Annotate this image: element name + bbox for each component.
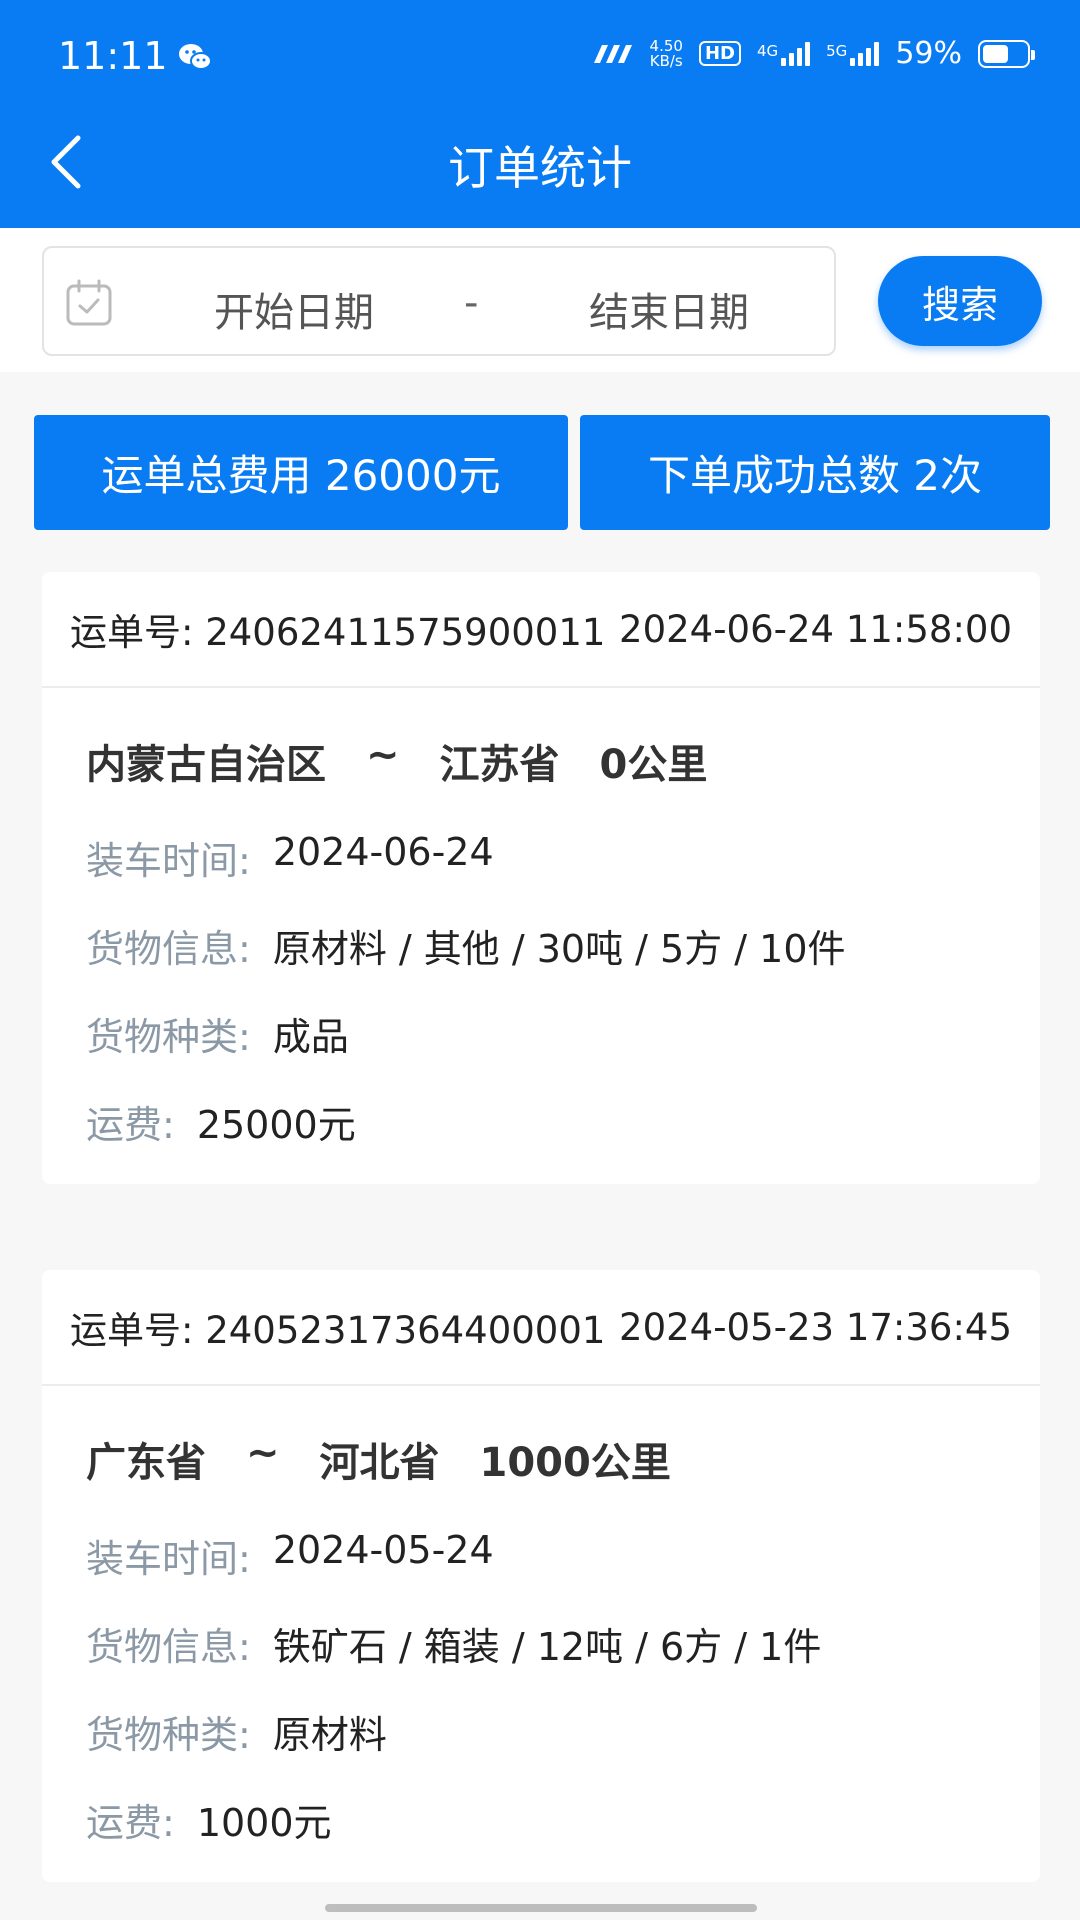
total-count-stat: 下单成功总数 2次 bbox=[580, 415, 1050, 530]
order-card[interactable]: 运单号: 24052317364400001 2024-05-23 17:36:… bbox=[42, 1270, 1040, 1882]
goods-info-value: 原材料 / 其他 / 30吨 / 5方 / 10件 bbox=[272, 927, 846, 971]
route-from: 内蒙古自治区 bbox=[86, 742, 326, 788]
battery-percent: 59% bbox=[895, 36, 962, 71]
goods-type-label: 货物种类: bbox=[86, 1015, 251, 1059]
hd-icon: HD bbox=[698, 41, 741, 66]
status-time: 11:11 bbox=[58, 34, 168, 78]
goods-type-row: 货物种类: 原材料 bbox=[86, 1704, 387, 1759]
signal-4g-icon: 4G bbox=[757, 41, 811, 66]
goods-type-label: 货物种类: bbox=[86, 1713, 251, 1757]
fee-value: 1000元 bbox=[196, 1801, 332, 1845]
waybill-number: 运单号: 24052317364400001 bbox=[70, 1309, 606, 1352]
route: 广东省 ~ 河北省 1000公里 bbox=[86, 1430, 671, 1488]
route-separator: ~ bbox=[246, 1430, 280, 1476]
search-bar: 开始日期 - 结束日期 搜索 bbox=[0, 228, 1080, 372]
load-time-label: 装车时间: bbox=[86, 839, 251, 883]
date-separator: - bbox=[464, 280, 479, 326]
route-distance: 1000公里 bbox=[479, 1440, 671, 1486]
goods-info-value: 铁矿石 / 箱装 / 12吨 / 6方 / 1件 bbox=[272, 1625, 822, 1669]
goods-info-label: 货物信息: bbox=[86, 927, 251, 971]
fee-value: 25000元 bbox=[196, 1103, 356, 1147]
network-speed: 4.50 KB/s bbox=[649, 36, 683, 70]
load-time-row: 装车时间: 2024-06-24 bbox=[86, 830, 494, 885]
goods-info-label: 货物信息: bbox=[86, 1625, 251, 1669]
order-card-header: 运单号: 24062411575900011 2024-06-24 11:58:… bbox=[42, 572, 1040, 688]
goods-type-value: 原材料 bbox=[272, 1713, 387, 1757]
load-time-value: 2024-05-24 bbox=[272, 1528, 494, 1572]
total-fee-stat: 运单总费用 26000元 bbox=[34, 415, 568, 530]
route-distance: 0公里 bbox=[599, 742, 708, 788]
route: 内蒙古自治区 ~ 江苏省 0公里 bbox=[86, 732, 707, 790]
wechat-icon bbox=[179, 44, 212, 70]
fee-row: 运费: 25000元 bbox=[86, 1094, 356, 1149]
battery-icon bbox=[978, 39, 1035, 68]
fee-label: 运费: bbox=[86, 1801, 175, 1845]
route-from: 广东省 bbox=[86, 1440, 206, 1486]
route-separator: ~ bbox=[366, 732, 400, 778]
route-to: 江苏省 bbox=[439, 742, 560, 788]
load-time-row: 装车时间: 2024-05-24 bbox=[86, 1528, 494, 1583]
status-icons: 4.50 KB/s HD 4G 5G 59% bbox=[590, 36, 1035, 71]
date-range-picker[interactable]: 开始日期 - 结束日期 bbox=[42, 246, 836, 356]
load-time-value: 2024-06-24 bbox=[272, 830, 494, 874]
signal-5g-icon: 5G bbox=[826, 41, 880, 66]
order-datetime: 2024-05-23 17:36:45 bbox=[619, 1305, 1012, 1349]
start-date-input[interactable]: 开始日期 bbox=[214, 280, 374, 338]
order-datetime: 2024-06-24 11:58:00 bbox=[619, 607, 1012, 651]
goods-info-row: 货物信息: 原材料 / 其他 / 30吨 / 5方 / 10件 bbox=[86, 918, 846, 973]
home-indicator[interactable] bbox=[325, 1904, 757, 1912]
waybill-number: 运单号: 24062411575900011 bbox=[70, 611, 606, 654]
goods-info-row: 货物信息: 铁矿石 / 箱装 / 12吨 / 6方 / 1件 bbox=[86, 1616, 821, 1671]
calendar-icon bbox=[66, 279, 112, 326]
order-card-header: 运单号: 24052317364400001 2024-05-23 17:36:… bbox=[42, 1270, 1040, 1386]
load-time-label: 装车时间: bbox=[86, 1537, 251, 1581]
search-button[interactable]: 搜索 bbox=[878, 256, 1042, 346]
end-date-input[interactable]: 结束日期 bbox=[589, 280, 749, 338]
goods-type-row: 货物种类: 成品 bbox=[86, 1006, 349, 1061]
goods-type-value: 成品 bbox=[272, 1015, 349, 1059]
fee-label: 运费: bbox=[86, 1103, 175, 1147]
page-title: 订单统计 bbox=[448, 141, 632, 195]
fee-row: 运费: 1000元 bbox=[86, 1792, 332, 1847]
route-to: 河北省 bbox=[319, 1440, 440, 1486]
order-card[interactable]: 运单号: 24062411575900011 2024-06-24 11:58:… bbox=[42, 572, 1040, 1184]
app-header: 11:11 4.50 KB/s HD 4G 5G 59% 订单统计 bbox=[0, 0, 1080, 228]
carrier-logo-icon bbox=[593, 44, 632, 63]
